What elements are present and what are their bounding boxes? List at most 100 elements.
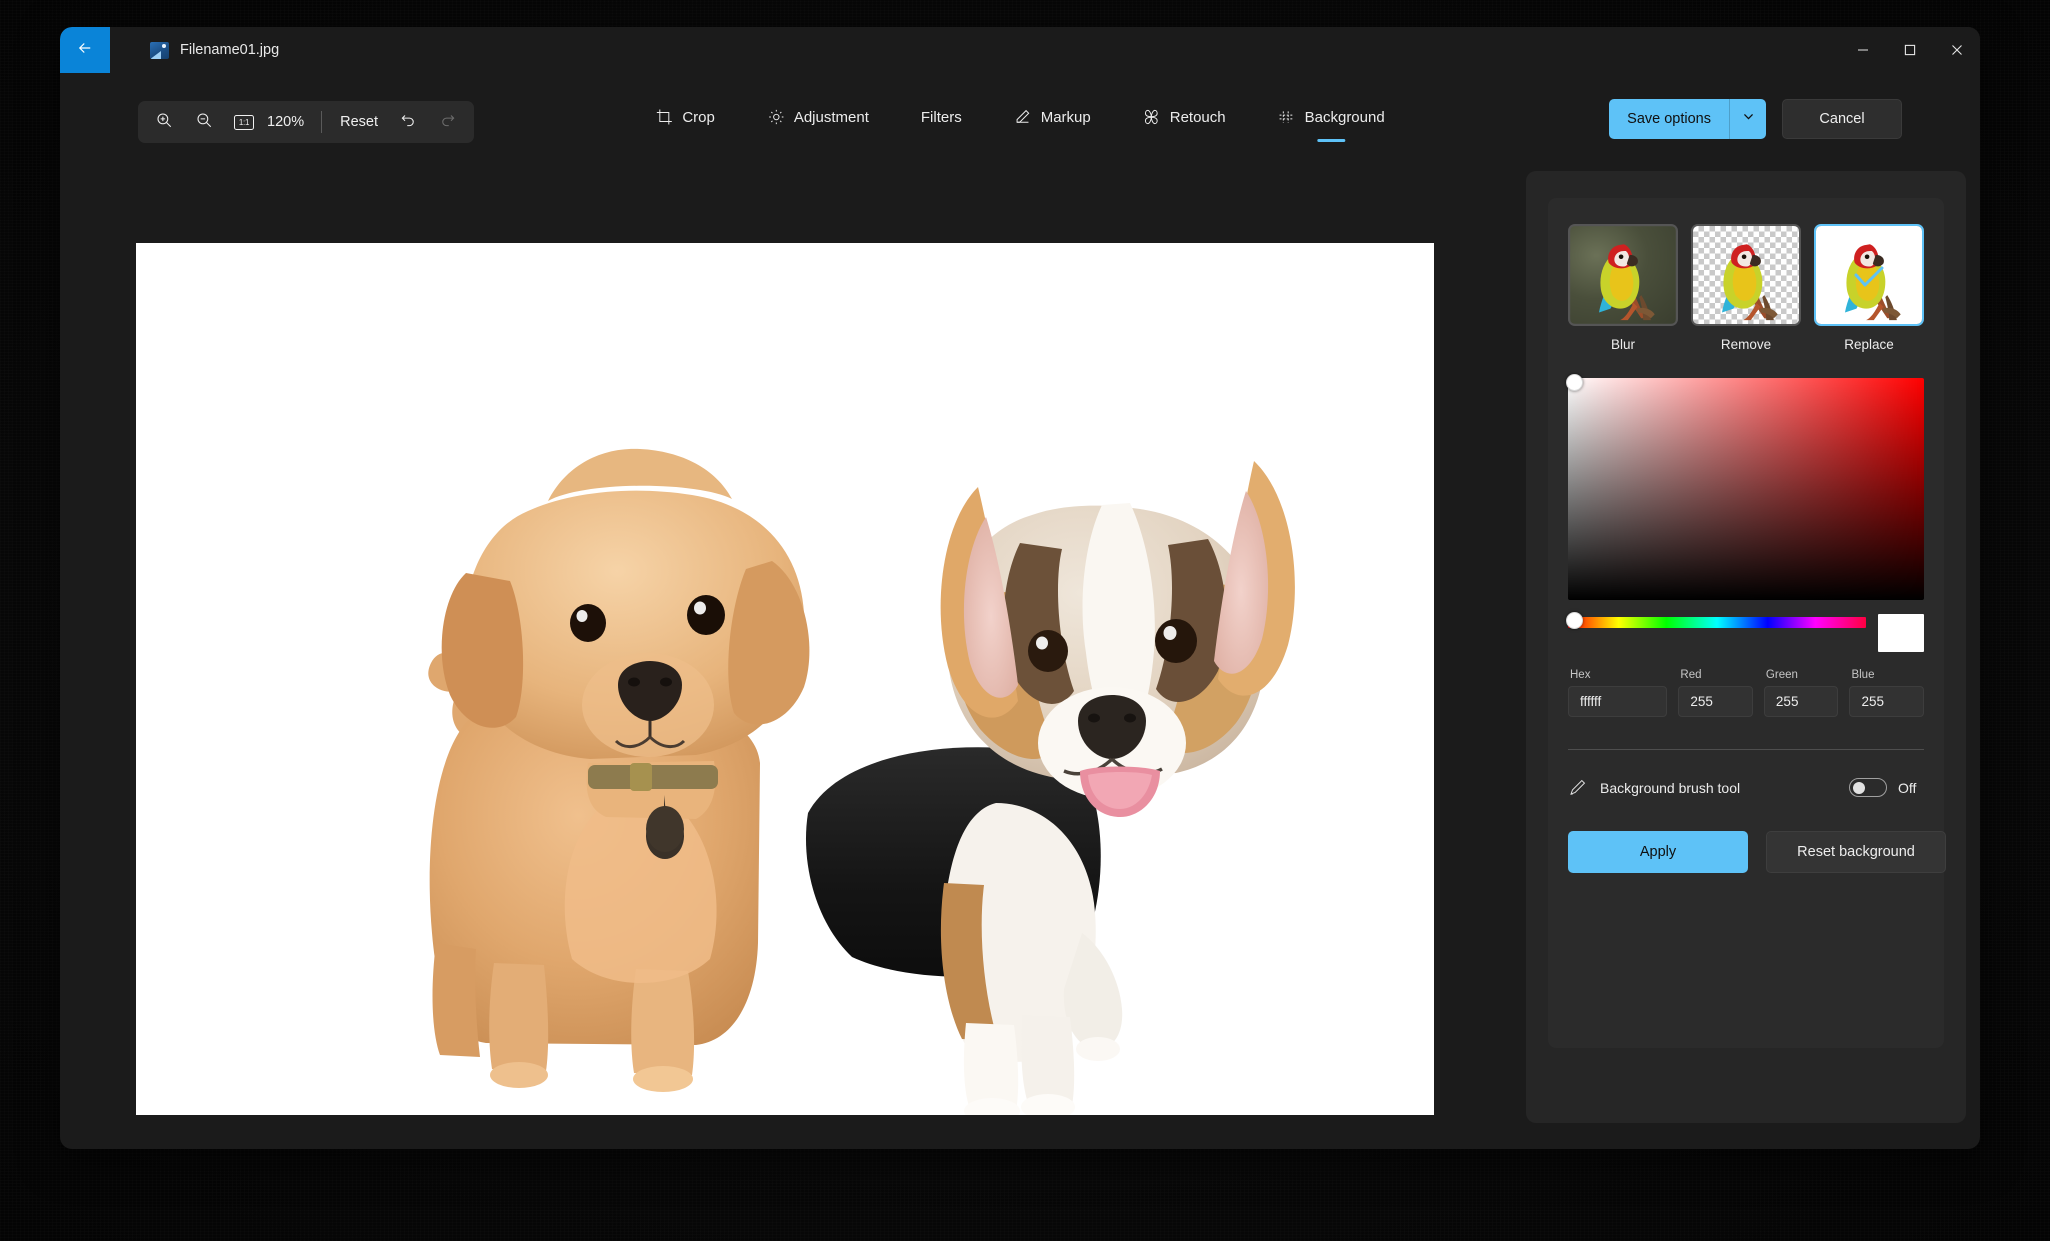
- title-bar: Filename01.jpg: [60, 27, 1980, 73]
- tab-filters-label: Filters: [920, 108, 962, 126]
- parrot-illustration: [1721, 244, 1778, 321]
- arrow-left-icon: [76, 39, 94, 62]
- blur-thumbnail: [1568, 224, 1678, 326]
- tab-crop-label: Crop: [682, 108, 715, 126]
- crop-icon: [655, 108, 673, 126]
- pen-icon: [1014, 108, 1032, 126]
- edited-photo: [136, 243, 1434, 1115]
- blue-label: Blue: [1851, 669, 1875, 681]
- zoom-level-label: 120%: [267, 114, 305, 130]
- blur-label: Blur: [1610, 337, 1635, 352]
- background-mode-list: Blur Remove Replace: [1568, 224, 1924, 352]
- save-options-dropdown-button[interactable]: [1730, 99, 1766, 139]
- file-title: Filename01.jpg: [150, 41, 280, 59]
- blue-field-group: Blue 255: [1849, 669, 1924, 717]
- active-tab-underline: [1317, 139, 1346, 142]
- red-field-group: Red 255: [1678, 669, 1753, 717]
- remove-thumbnail: [1691, 224, 1801, 326]
- saturation-value-box[interactable]: [1568, 378, 1924, 600]
- tab-background-label: Background: [1304, 108, 1385, 126]
- background-brush-toggle-state: Off: [1898, 779, 1917, 796]
- background-panel-outer: Blur Remove Replace Hex ffffff Red 255 G…: [1526, 171, 1966, 1123]
- background-brush-row: Background brush tool Off: [1568, 778, 1924, 797]
- image-canvas[interactable]: [136, 243, 1434, 1115]
- actual-size-button[interactable]: 1:1: [224, 105, 264, 139]
- panel-divider: [1568, 749, 1924, 750]
- zoom-in-icon: [155, 111, 173, 134]
- apply-button[interactable]: Apply: [1568, 831, 1748, 873]
- window-controls: [1839, 27, 1980, 73]
- redo-button[interactable]: [428, 105, 468, 139]
- zoom-toolbar: 1:1 120% Reset: [138, 101, 474, 143]
- editor-toolbar: 1:1 120% Reset Crop Adjustment Filters M…: [60, 73, 1980, 171]
- hex-label: Hex: [1570, 669, 1591, 681]
- selected-check-icon: [1854, 266, 1884, 287]
- editor-actions: Save options Cancel: [1609, 99, 1902, 139]
- brightness-icon: [767, 108, 785, 126]
- tab-filters[interactable]: Filters: [905, 100, 978, 135]
- maximize-button[interactable]: [1886, 27, 1933, 73]
- background-mode-blur[interactable]: Blur: [1568, 224, 1678, 352]
- background-brush-label: Background brush tool: [1600, 779, 1741, 796]
- replace-thumbnail: [1814, 224, 1924, 326]
- undo-button[interactable]: [388, 105, 428, 139]
- tab-markup-label: Markup: [1040, 108, 1091, 126]
- photos-editor-window: Filename01.jpg 1:1 120% Reset Crop Adjus…: [60, 27, 1980, 1149]
- tab-markup[interactable]: Markup: [998, 99, 1107, 135]
- hue-slider-wrap: [1566, 612, 1866, 629]
- blue-input[interactable]: 255: [1849, 686, 1924, 717]
- zoom-out-button[interactable]: [184, 105, 224, 139]
- background-panel: Blur Remove Replace Hex ffffff Red 255 G…: [1548, 198, 1946, 1048]
- background-icon: [1278, 108, 1296, 126]
- hue-slider-handle[interactable]: [1566, 612, 1583, 629]
- background-brush-toggle[interactable]: [1849, 778, 1887, 797]
- tab-adjustment[interactable]: Adjustment: [751, 99, 885, 135]
- hex-field-group: Hex ffffff: [1568, 669, 1668, 717]
- zoom-out-icon: [195, 111, 213, 134]
- tab-retouch-label: Retouch: [1169, 108, 1226, 126]
- hue-slider[interactable]: [1568, 617, 1866, 628]
- zoom-in-button[interactable]: [144, 105, 184, 139]
- remove-label: Remove: [1720, 337, 1772, 352]
- undo-icon: [399, 111, 417, 134]
- reset-background-button[interactable]: Reset background: [1766, 831, 1946, 873]
- chevron-down-icon: [1742, 110, 1755, 128]
- minimize-button[interactable]: [1839, 27, 1886, 73]
- hex-input[interactable]: ffffff: [1568, 686, 1668, 717]
- close-button[interactable]: [1933, 27, 1980, 73]
- redo-icon: [439, 111, 457, 134]
- background-mode-replace[interactable]: Replace: [1814, 224, 1924, 352]
- green-label: Green: [1765, 669, 1798, 681]
- reset-zoom-button[interactable]: Reset: [330, 105, 388, 139]
- tab-retouch[interactable]: Retouch: [1127, 99, 1242, 135]
- background-panel-buttons: Apply Reset background: [1568, 831, 1946, 873]
- one-to-one-icon: 1:1: [234, 114, 254, 130]
- replace-label: Replace: [1844, 337, 1894, 352]
- toggle-knob: [1853, 781, 1865, 794]
- image-file-icon: [150, 41, 169, 59]
- green-input[interactable]: 255: [1763, 686, 1839, 717]
- back-button[interactable]: [60, 27, 110, 73]
- editor-tabs: Crop Adjustment Filters Markup Retouch B…: [629, 99, 1410, 142]
- hue-row: [1566, 612, 1924, 652]
- canvas-area: Press apply to complete the background c…: [60, 171, 1600, 1149]
- selected-color-swatch: [1878, 614, 1924, 652]
- background-mode-remove[interactable]: Remove: [1691, 224, 1801, 352]
- tab-crop[interactable]: Crop: [639, 99, 731, 135]
- save-options-split-button: Save options: [1609, 99, 1766, 139]
- color-picker: [1566, 374, 1924, 600]
- color-fields: Hex ffffff Red 255 Green 255 Blue 255: [1568, 669, 1924, 717]
- file-name-label: Filename01.jpg: [180, 42, 280, 58]
- parrot-illustration: [1598, 244, 1655, 321]
- save-options-button[interactable]: Save options: [1609, 99, 1729, 139]
- saturation-value-handle[interactable]: [1566, 374, 1583, 391]
- red-label: Red: [1680, 669, 1702, 681]
- red-input[interactable]: 255: [1678, 686, 1753, 717]
- toolbar-divider: [321, 111, 323, 133]
- retouch-icon: [1143, 108, 1161, 126]
- tab-background[interactable]: Background: [1262, 99, 1401, 142]
- cancel-button[interactable]: Cancel: [1782, 99, 1902, 139]
- green-field-group: Green 255: [1763, 669, 1839, 717]
- brush-icon: [1568, 778, 1587, 797]
- tab-adjustment-label: Adjustment: [793, 108, 869, 126]
